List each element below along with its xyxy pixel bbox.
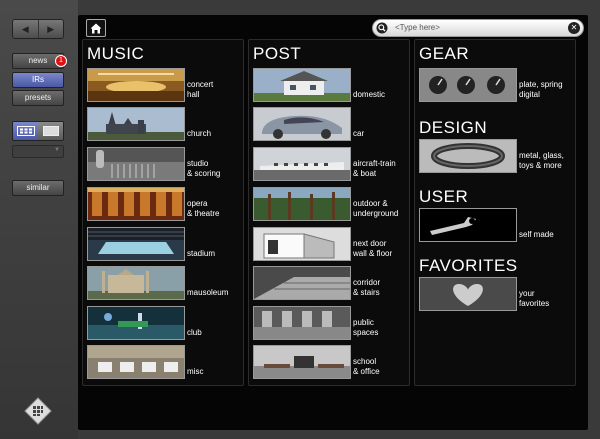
music-item-label: studio & scoring: [187, 159, 221, 178]
post-item-label: car: [353, 129, 365, 138]
music-item-mausoleum[interactable]: mausoleum: [87, 266, 243, 300]
post-item-label: public spaces: [353, 318, 379, 337]
studio-thumbnail: [87, 147, 185, 181]
history-nav: ◀ ▶: [12, 19, 64, 39]
public-spaces-thumbnail: [253, 306, 351, 340]
music-item-label: opera & theatre: [187, 199, 220, 218]
music-item-church[interactable]: church: [87, 107, 243, 141]
outdoor-thumbnail: [253, 187, 351, 221]
home-icon: [90, 23, 102, 33]
news-button[interactable]: news 1: [12, 53, 67, 69]
gear-thumbnail: [419, 68, 517, 102]
news-button-label: news: [28, 56, 48, 65]
search-input[interactable]: [395, 21, 555, 34]
misc-thumbnail: [87, 345, 185, 379]
music-panel: MUSIC concert hall church studio & scori…: [82, 39, 244, 386]
music-title: MUSIC: [87, 44, 145, 63]
design-title: DESIGN: [419, 118, 488, 137]
music-item-stadium[interactable]: stadium: [87, 227, 243, 261]
post-item-label: corridor & stairs: [353, 278, 381, 297]
music-item-label: mausoleum: [187, 288, 229, 297]
similar-button-label: similar: [26, 183, 50, 192]
post-item-outdoor-underground[interactable]: outdoor & underground: [253, 187, 409, 221]
gear-panel: GEAR plate, spring digital DESIGN metal,…: [414, 39, 576, 386]
corridor-thumbnail: [253, 266, 351, 300]
post-item-car[interactable]: car: [253, 107, 409, 141]
post-item-school-office[interactable]: school & office: [253, 345, 409, 379]
post-item-next-door[interactable]: next door wall & floor: [253, 227, 409, 261]
post-item-public-spaces[interactable]: public spaces: [253, 306, 409, 340]
music-item-misc[interactable]: misc: [87, 345, 243, 379]
domestic-thumbnail: [253, 68, 351, 102]
music-item-studio-scoring[interactable]: studio & scoring: [87, 147, 243, 181]
school-office-thumbnail: [253, 345, 351, 379]
mausoleum-thumbnail: [87, 266, 185, 300]
design-thumbnail: [419, 139, 517, 173]
post-item-aircraft-train-boat[interactable]: aircraft-train & boat: [253, 147, 409, 181]
user-title: USER: [419, 187, 469, 206]
search-bar: ✕: [372, 19, 584, 37]
favorites-item[interactable]: your favorites: [419, 277, 579, 311]
post-item-corridor-stairs[interactable]: corridor & stairs: [253, 266, 409, 300]
back-arrow-icon[interactable]: ◀: [13, 20, 39, 38]
irs-button[interactable]: IRs: [12, 72, 64, 88]
view-toggle: [12, 121, 64, 141]
design-label: metal, glass, toys & more: [519, 151, 564, 170]
music-item-label: club: [187, 328, 202, 337]
post-title: POST: [253, 44, 302, 63]
grid-view-icon[interactable]: [13, 122, 38, 140]
music-item-label: misc: [187, 367, 204, 376]
gear-label: plate, spring digital: [519, 80, 563, 99]
forward-arrow-icon[interactable]: ▶: [38, 20, 63, 38]
music-item-opera-theatre[interactable]: opera & theatre: [87, 187, 243, 221]
gear-title: GEAR: [419, 44, 470, 63]
music-item-concert-hall[interactable]: concert hall: [87, 68, 243, 102]
gear-item[interactable]: plate, spring digital: [419, 68, 579, 102]
preset-dropdown[interactable]: ▼: [12, 145, 64, 158]
user-item[interactable]: self made: [419, 208, 579, 242]
post-item-label: aircraft-train & boat: [353, 159, 396, 178]
aircraft-thumbnail: [253, 147, 351, 181]
post-item-domestic[interactable]: domestic: [253, 68, 409, 102]
user-thumbnail: [419, 208, 517, 242]
stadium-thumbnail: [87, 227, 185, 261]
clear-search-icon[interactable]: ✕: [568, 22, 580, 34]
favorites-title: FAVORITES: [419, 256, 518, 275]
concert-hall-thumbnail: [87, 68, 185, 102]
presets-button[interactable]: presets: [12, 90, 64, 106]
post-panel: POST domestic car aircraft-train & boat …: [248, 39, 410, 386]
post-item-label: school & office: [353, 357, 380, 376]
church-thumbnail: [87, 107, 185, 141]
club-thumbnail: [87, 306, 185, 340]
presets-button-label: presets: [24, 93, 52, 102]
irs-button-label: IRs: [32, 75, 44, 84]
post-item-label: next door wall & floor: [353, 239, 393, 258]
favorites-label: your favorites: [519, 289, 550, 308]
opera-thumbnail: [87, 187, 185, 221]
similar-button[interactable]: similar: [12, 180, 64, 196]
car-thumbnail: [253, 107, 351, 141]
chevron-down-icon: ▼: [54, 147, 60, 153]
next-door-thumbnail: [253, 227, 351, 261]
music-item-label: stadium: [187, 249, 216, 258]
brand-logo-icon: [24, 397, 52, 425]
search-icon[interactable]: [376, 22, 388, 34]
main-content: ✕ MUSIC concert hall church studio & sco…: [78, 15, 588, 430]
design-item[interactable]: metal, glass, toys & more: [419, 139, 579, 173]
single-view-icon[interactable]: [38, 122, 63, 140]
sidebar: ◀ ▶ news 1 IRs presets ▼ similar: [0, 0, 78, 439]
home-button[interactable]: [86, 19, 106, 37]
user-label: self made: [519, 230, 554, 239]
news-badge: 1: [55, 55, 67, 67]
music-item-label: concert hall: [187, 80, 214, 99]
post-item-label: domestic: [353, 90, 386, 99]
favorites-thumbnail: [419, 277, 517, 311]
music-item-label: church: [187, 129, 212, 138]
post-item-label: outdoor & underground: [353, 199, 399, 218]
music-item-club[interactable]: club: [87, 306, 243, 340]
